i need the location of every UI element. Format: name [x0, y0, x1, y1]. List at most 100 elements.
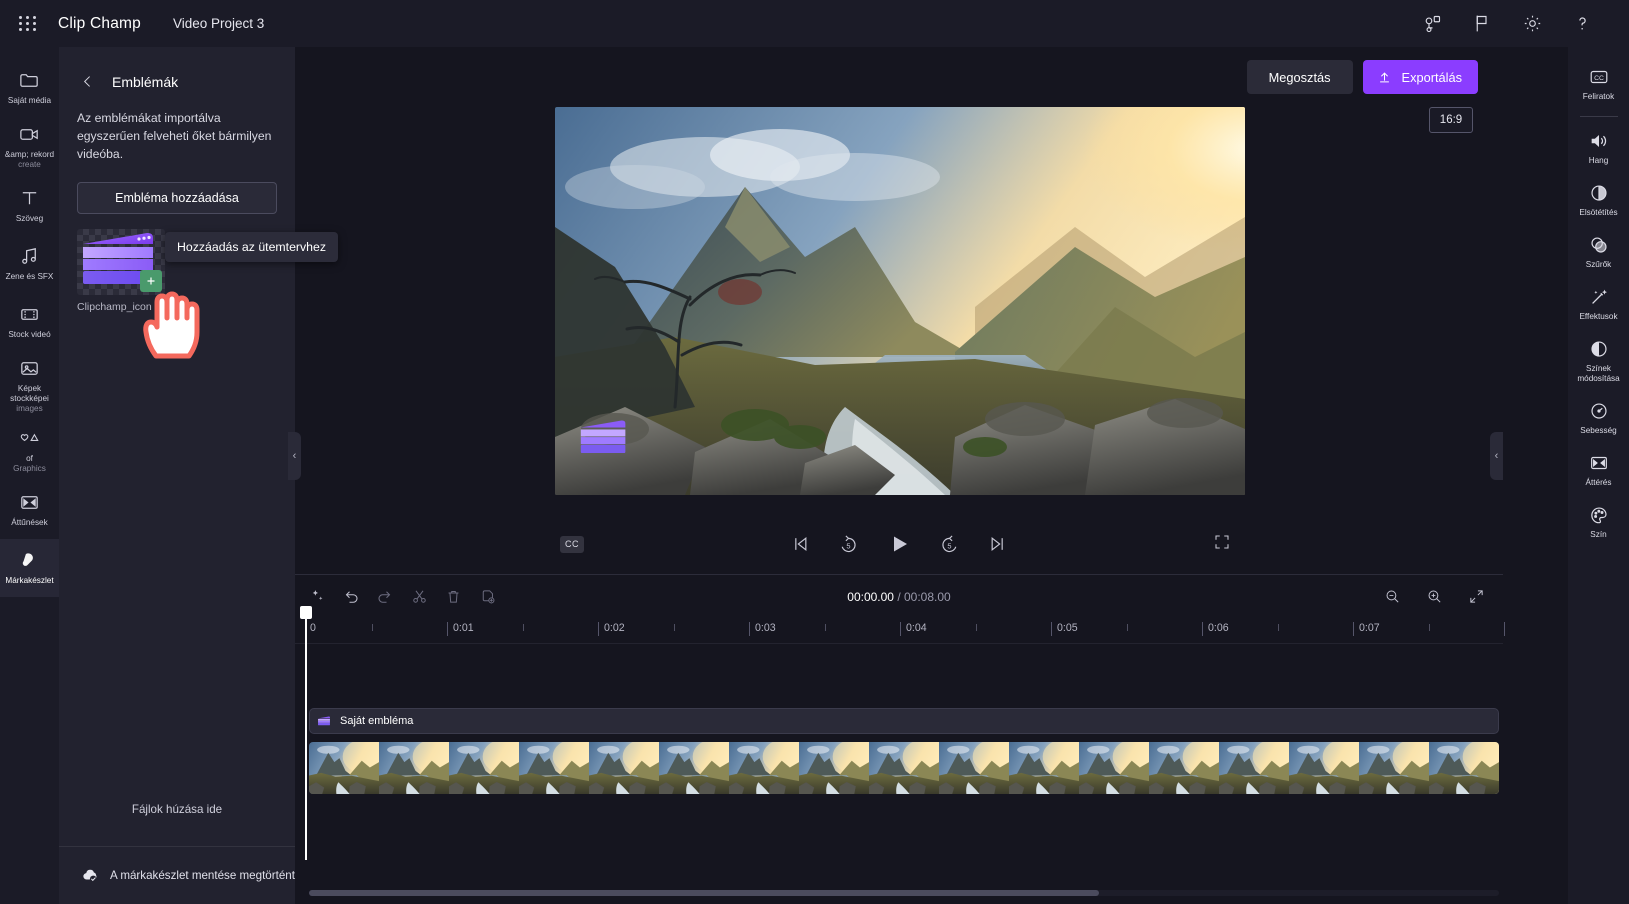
- timeline-clip-name: Saját embléma: [340, 715, 414, 727]
- arrow-left-icon[interactable]: [79, 73, 96, 90]
- filmstrip-frame: [729, 742, 808, 794]
- sidebar-item-music-sfx[interactable]: Zene és SFX: [0, 235, 59, 293]
- sidebar-item-transitions[interactable]: Áttűnések: [0, 481, 59, 539]
- playhead[interactable]: [300, 606, 312, 860]
- sidebar-item-label: Áttűnések: [11, 518, 48, 527]
- property-item-color[interactable]: Szín: [1568, 495, 1629, 547]
- ruler-label: 0:02: [604, 622, 625, 634]
- app-launcher-icon[interactable]: [0, 16, 56, 31]
- sidebar-item-my-media[interactable]: Saját média: [0, 59, 59, 117]
- property-item-label: Szűrők: [1585, 260, 1612, 269]
- preview-scene: [555, 107, 1245, 495]
- property-item-transition[interactable]: Áttérés: [1568, 443, 1629, 495]
- share-button[interactable]: Megosztás: [1246, 60, 1353, 94]
- filmstrip-frame: [939, 742, 1018, 794]
- upload-arrow-icon: [1377, 70, 1392, 85]
- property-item-captions[interactable]: CC Feliratok: [1568, 57, 1629, 109]
- property-item-filters[interactable]: Szűrők: [1568, 225, 1629, 277]
- timeline: 0:01 0:02 0:03 0:04 0:05 0:06 0:07 0 Saj…: [295, 606, 1505, 904]
- property-item-label: Sebesség: [1580, 426, 1617, 435]
- forward-5-icon[interactable]: 5: [939, 534, 960, 555]
- sidebar-item-label: &amp; rekord: [4, 150, 55, 159]
- collapse-right-panel-handle[interactable]: ‹: [1490, 432, 1503, 480]
- scrollbar-thumb[interactable]: [309, 890, 1099, 896]
- rewind-5-icon[interactable]: 5: [838, 534, 859, 555]
- skip-previous-icon[interactable]: [790, 534, 810, 554]
- ruler-label: 0:07: [1359, 622, 1380, 634]
- sidebar-item-brand-kit[interactable]: Márkakészlet: [0, 539, 59, 597]
- page-title: Emblémák: [112, 73, 179, 90]
- add-logo-button[interactable]: Embléma hozzáadása: [77, 182, 277, 214]
- ruler-label: 0:01: [453, 622, 474, 634]
- fullscreen-icon[interactable]: [1213, 533, 1231, 556]
- sidebar-item-label: Zene és SFX: [5, 272, 54, 281]
- sidebar-item-label: Szöveg: [15, 214, 44, 223]
- logo-thumbnail[interactable]: [77, 229, 165, 295]
- export-button[interactable]: Exportálás: [1362, 60, 1478, 94]
- filmstrip-frame: [1359, 742, 1438, 794]
- add-to-timeline-tooltip: Hozzáadás az ütemtervhez: [165, 232, 339, 262]
- play-icon[interactable]: [887, 532, 911, 556]
- filters-circles-icon: [1588, 234, 1610, 256]
- filmstrip-frame: [379, 742, 458, 794]
- sparkle-wand-icon: [1588, 286, 1610, 308]
- add-to-timeline-button[interactable]: [140, 270, 162, 292]
- timeline-clip-video[interactable]: [309, 742, 1499, 794]
- current-time: 00:00.00: [847, 589, 894, 604]
- timeline-toolbar: 00:00.00 / 00:08.00: [295, 574, 1503, 618]
- property-item-speed[interactable]: Sebesség: [1568, 391, 1629, 443]
- filmstrip-frame: [1429, 742, 1499, 794]
- filmstrip-frame: [309, 742, 388, 794]
- chevron-left-icon: ‹: [1494, 449, 1499, 462]
- property-item-adjust-colors[interactable]: Színek módosítása: [1568, 329, 1629, 391]
- property-item-effects[interactable]: Effektusok: [1568, 277, 1629, 329]
- sidebar-item-stock-video[interactable]: Stock videó: [0, 293, 59, 351]
- filmstrip-frame: [659, 742, 738, 794]
- filmstrip-frame: [869, 742, 948, 794]
- sidebar-item-graphics[interactable]: of Graphics: [0, 421, 59, 481]
- ruler-label-zero: 0: [310, 622, 316, 634]
- sidebar-item-label: Stock videó: [8, 330, 51, 339]
- filmstrip-frame: [449, 742, 528, 794]
- sidebar-item-label: of: [26, 454, 33, 463]
- sidebar-item-text[interactable]: Szöveg: [0, 177, 59, 235]
- brandkit-saved-text: A márkakészlet mentése megtörtént: [110, 869, 295, 882]
- player-controls: CC 5 5: [295, 517, 1503, 571]
- playhead-knob[interactable]: [300, 606, 312, 619]
- speaker-volume-icon: [1588, 130, 1610, 152]
- top-bar: Clip Champ Video Project 3: [0, 0, 1629, 47]
- filmstrip-frame: [519, 742, 598, 794]
- project-name[interactable]: Video Project 3: [173, 16, 264, 31]
- property-item-fade[interactable]: Elsötétítés: [1568, 173, 1629, 225]
- sidebar-item-label: Márkakészlet: [5, 576, 54, 585]
- closed-caption-icon: CC: [1588, 66, 1610, 88]
- video-preview[interactable]: [555, 107, 1245, 495]
- skip-next-icon[interactable]: [988, 534, 1008, 554]
- sidebar-item-sublabel: images: [16, 404, 43, 413]
- timeline-clip-logo[interactable]: Saját embléma: [309, 708, 1499, 734]
- property-item-audio[interactable]: Hang: [1568, 121, 1629, 173]
- logos-panel: Emblémák Az emblémákat importálva egysze…: [59, 47, 295, 904]
- aspect-ratio-chip[interactable]: 16:9: [1429, 107, 1473, 133]
- sidebar-item-record-create[interactable]: &amp; rekord create: [0, 117, 59, 177]
- half-circle-icon: [1588, 338, 1610, 360]
- help-icon[interactable]: [1571, 13, 1593, 35]
- filmstrip-frame: [1009, 742, 1088, 794]
- collapse-left-panel-handle[interactable]: ‹: [288, 432, 301, 480]
- sidebar-item-stock-images[interactable]: Képek stockképei images: [0, 351, 59, 421]
- filmstrip-frame: [1149, 742, 1228, 794]
- left-rail: Saját média &amp; rekord create Szöveg Z…: [0, 47, 59, 904]
- property-item-label: Feliratok: [1582, 92, 1615, 101]
- export-button-label: Exportálás: [1401, 69, 1462, 85]
- gear-icon[interactable]: [1521, 13, 1543, 35]
- timeline-ruler[interactable]: 0:01 0:02 0:03 0:04 0:05 0:06 0:07 0: [295, 606, 1505, 860]
- timeline-horizontal-scrollbar[interactable]: [309, 890, 1499, 896]
- divider: [1579, 116, 1618, 117]
- sidebar-item-sublabel: create: [18, 160, 41, 169]
- preview-logo-overlay[interactable]: [577, 418, 633, 460]
- collaborate-icon[interactable]: [1421, 13, 1443, 35]
- right-rail: CC Feliratok Hang Elsötétítés Szűrők Eff…: [1568, 47, 1629, 904]
- clipchamp-editor: Clip Champ Video Project 3 Saját média &…: [0, 0, 1629, 904]
- flag-feedback-icon[interactable]: [1471, 13, 1493, 35]
- property-item-label: Elsötétítés: [1579, 208, 1618, 217]
